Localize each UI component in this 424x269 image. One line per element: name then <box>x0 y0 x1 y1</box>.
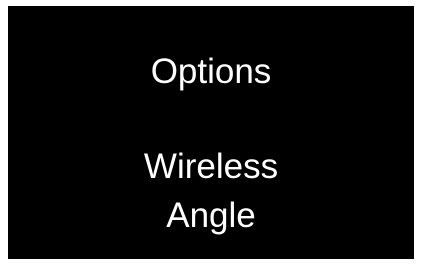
device-screen: Options Wireless Angle <box>8 6 414 259</box>
screen-title: Options <box>150 52 272 91</box>
menu-item-angle[interactable]: Angle <box>8 196 414 236</box>
menu-item-wireless[interactable]: Wireless <box>8 147 414 187</box>
